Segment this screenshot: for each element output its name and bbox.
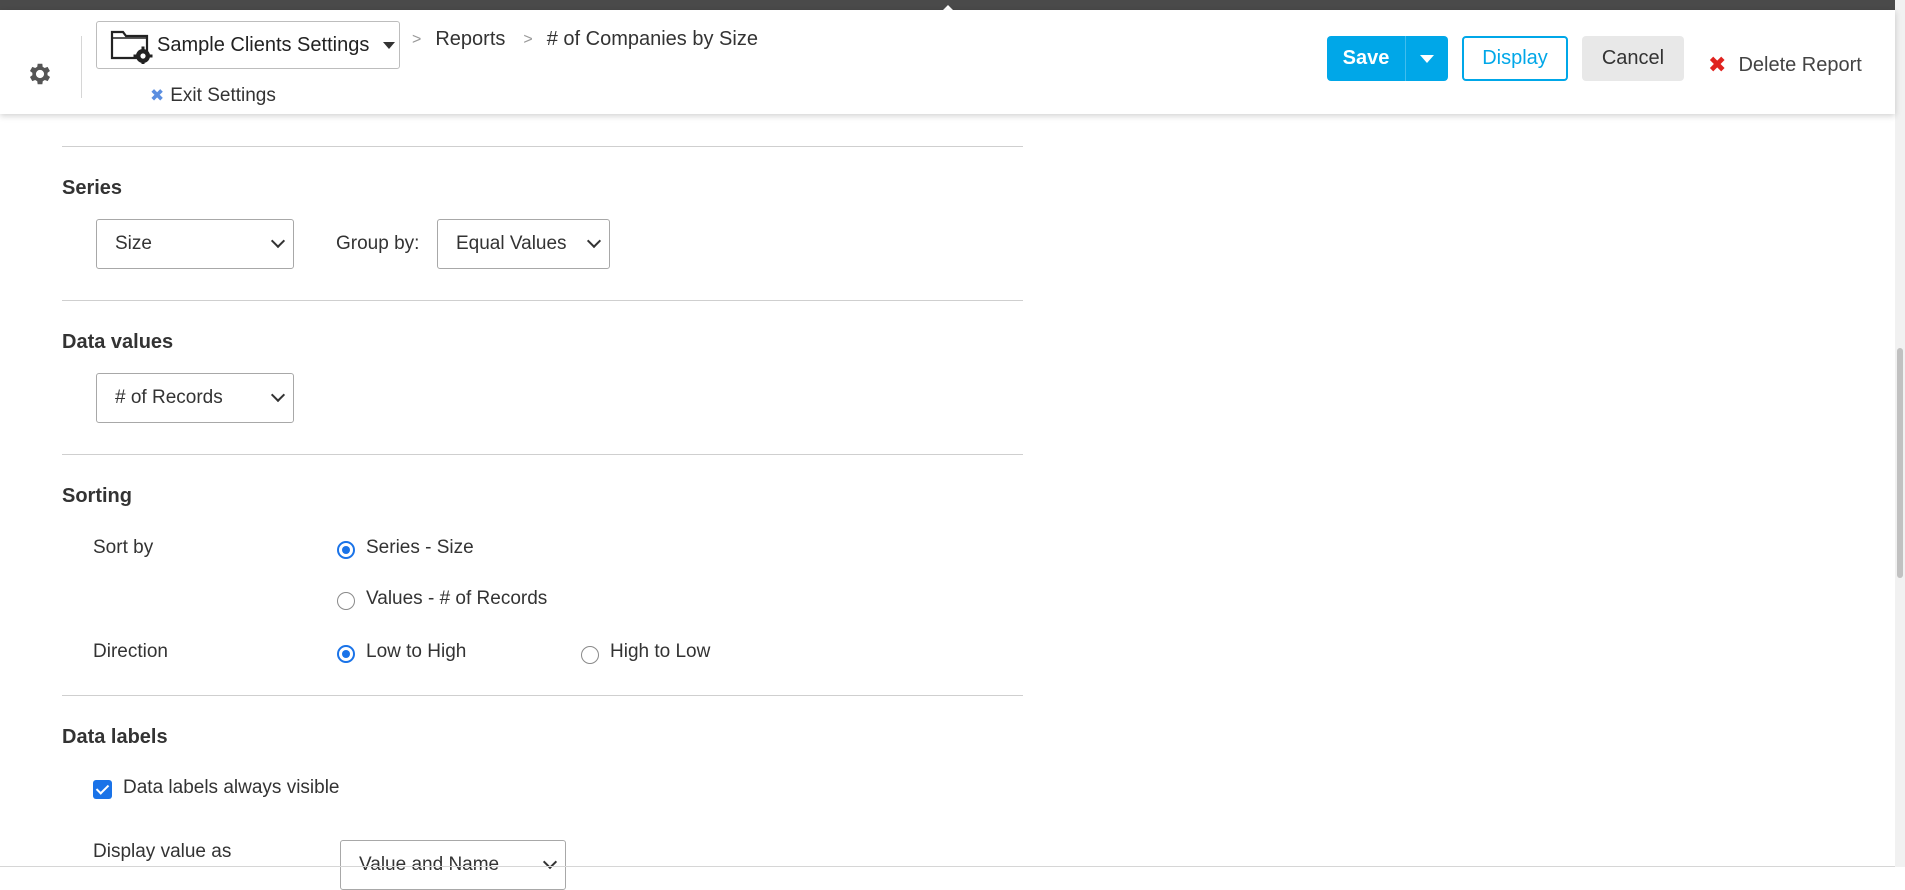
data-values-title: Data values (62, 331, 174, 353)
data-labels-visible-checkbox[interactable] (93, 780, 112, 799)
data-labels-visible-label[interactable]: Data labels always visible (123, 777, 340, 799)
display-button[interactable]: Display (1462, 36, 1568, 81)
direction-label: Direction (93, 641, 168, 662)
close-icon: ✖ (150, 86, 165, 105)
settings-header: Sample Clients Settings > Reports > # of… (0, 10, 1895, 114)
chevron-down-icon (270, 387, 286, 403)
display-value-as-label: Display value as (93, 841, 232, 862)
direction-low-to-high-radio[interactable] (337, 645, 355, 663)
chevron-down-icon (270, 233, 286, 249)
data-values-select[interactable]: # of Records (96, 373, 294, 423)
save-button-label: Save (1342, 47, 1390, 69)
delete-x-icon: ✖ (1708, 52, 1727, 77)
delete-report-label: Delete Report (1738, 53, 1862, 76)
display-value-as-select[interactable]: Value and Name (340, 840, 566, 890)
folder-settings-icon (110, 30, 153, 64)
series-field-select[interactable]: Size (96, 219, 294, 269)
sort-by-label: Sort by (93, 537, 154, 558)
header-divider (81, 36, 82, 98)
chevron-right-icon: > (523, 30, 533, 48)
cancel-button[interactable]: Cancel (1582, 36, 1684, 81)
section-divider (62, 146, 1023, 147)
chevron-down-icon (586, 233, 602, 249)
section-divider (62, 300, 1023, 301)
group-by-label: Group by: (336, 233, 420, 254)
breadcrumb-report-name: # of Companies by Size (546, 28, 758, 50)
section-divider (62, 454, 1023, 455)
caret-down-icon (383, 41, 396, 49)
data-labels-title: Data labels (62, 726, 168, 748)
sort-by-series-radio[interactable] (337, 541, 355, 559)
series-title: Series (62, 177, 123, 199)
group-by-value: Equal Values (456, 233, 567, 254)
display-value-as-value: Value and Name (359, 854, 500, 875)
delete-report-button[interactable]: ✖ Delete Report (1708, 52, 1862, 78)
data-values-value: # of Records (115, 387, 223, 408)
save-options-dropdown[interactable] (1406, 54, 1448, 63)
sort-by-series-label[interactable]: Series - Size (366, 537, 474, 559)
sorting-title: Sorting (62, 485, 132, 507)
scrollbar-thumb[interactable] (1897, 348, 1903, 578)
group-by-select[interactable]: Equal Values (437, 219, 610, 269)
app-select-dropdown[interactable]: Sample Clients Settings (96, 21, 400, 69)
settings-content: Series Size Group by: Equal Values Data … (0, 114, 1895, 890)
direction-low-to-high-label[interactable]: Low to High (366, 641, 466, 663)
sort-by-values-radio[interactable] (337, 592, 355, 610)
series-field-value: Size (115, 233, 152, 254)
save-button[interactable]: Save (1327, 36, 1448, 81)
breadcrumb: > Reports > # of Companies by Size (412, 28, 776, 51)
exit-settings-label: Exit Settings (170, 85, 276, 106)
sort-by-values-label[interactable]: Values - # of Records (366, 588, 547, 610)
app-select-label: Sample Clients Settings (157, 33, 370, 56)
section-divider (62, 695, 1023, 696)
chevron-right-icon: > (412, 30, 422, 48)
gear-icon[interactable] (26, 60, 54, 88)
direction-high-to-low-label[interactable]: High to Low (610, 641, 710, 663)
caret-down-icon (1420, 54, 1434, 63)
direction-high-to-low-radio[interactable] (581, 646, 599, 664)
exit-settings-link[interactable]: ✖ Exit Settings (150, 85, 276, 107)
breadcrumb-reports[interactable]: Reports (435, 28, 505, 51)
